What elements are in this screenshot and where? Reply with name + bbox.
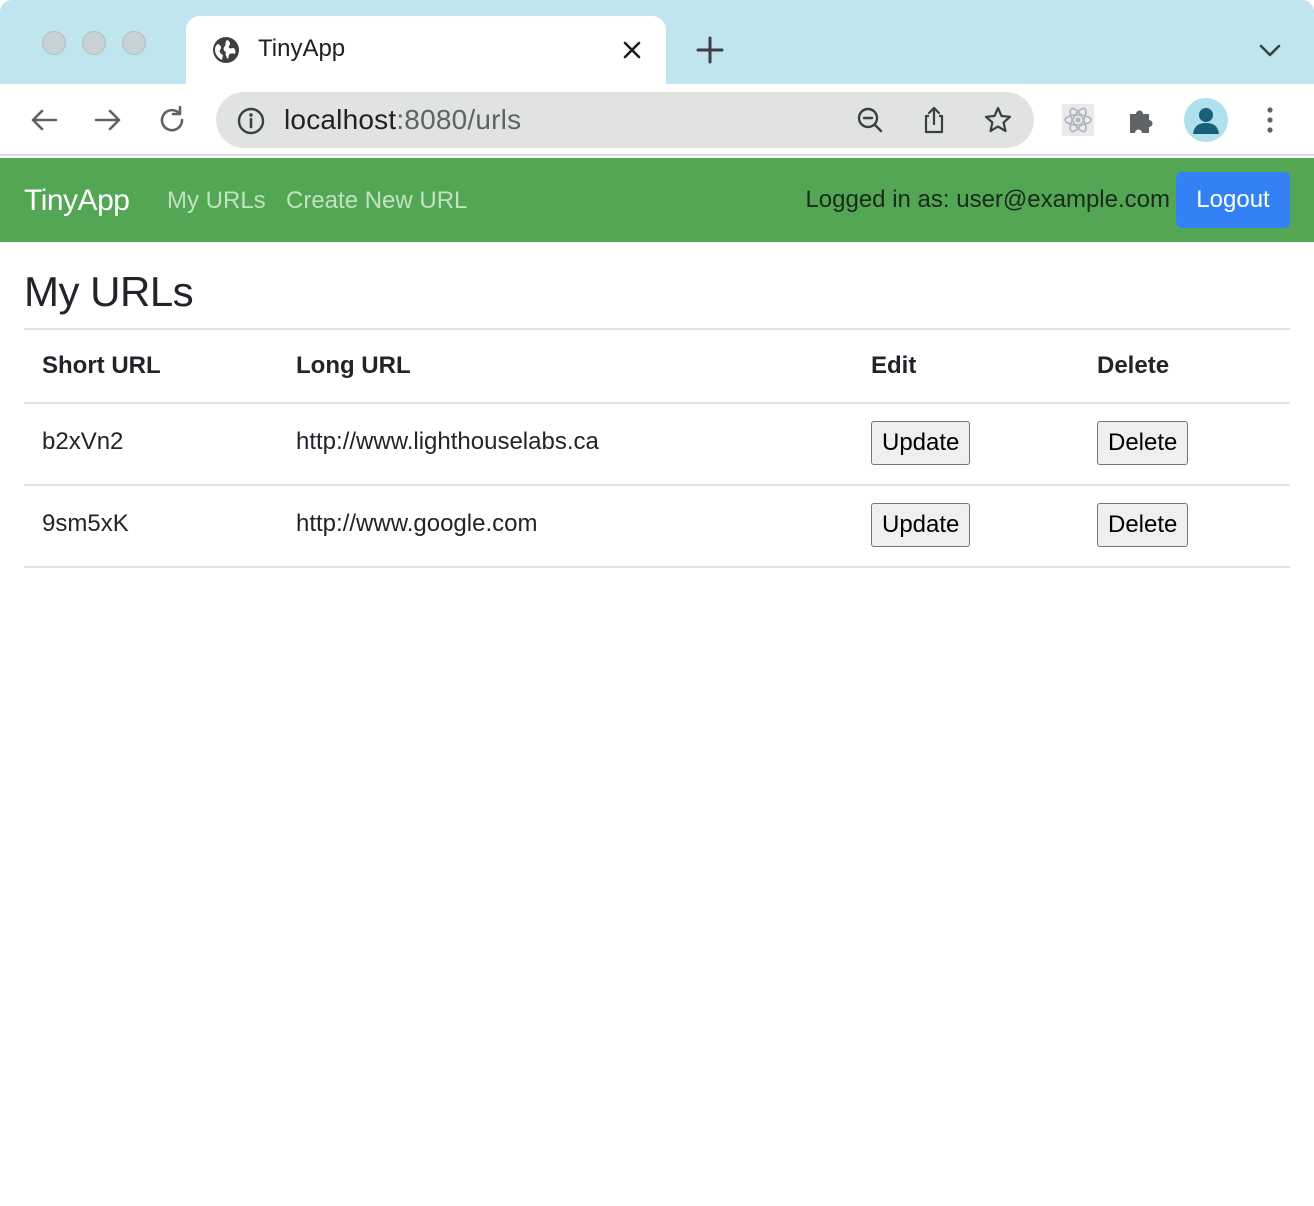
window-maximize-dot[interactable]: [122, 31, 146, 55]
zoom-out-icon[interactable]: [854, 104, 886, 136]
logged-in-status: Logged in as: user@example.com: [805, 186, 1170, 213]
table-row: 9sm5xK http://www.google.com Update Dele…: [24, 485, 1290, 568]
back-arrow-icon[interactable]: [26, 102, 62, 138]
extensions-puzzle-icon[interactable]: [1124, 102, 1160, 138]
update-button[interactable]: Update: [871, 421, 971, 465]
brand-logo-text[interactable]: TinyApp: [24, 184, 130, 218]
long-url-cell: http://www.lighthouselabs.ca: [278, 403, 853, 486]
globe-icon: [213, 37, 239, 63]
delete-cell: Delete: [1079, 403, 1290, 486]
nav-link-create-new-url[interactable]: Create New URL: [286, 187, 467, 215]
profile-avatar[interactable]: [1184, 98, 1228, 142]
url-host: localhost: [284, 104, 397, 135]
edit-cell: Update: [853, 403, 1079, 486]
share-icon[interactable]: [918, 104, 950, 136]
info-icon[interactable]: [236, 106, 266, 136]
tab-title: TinyApp: [258, 35, 346, 62]
star-icon[interactable]: [982, 104, 1014, 136]
short-url-cell: 9sm5xK: [24, 485, 278, 568]
short-url-cell: b2xVn2: [24, 403, 278, 486]
window-close-dot[interactable]: [42, 31, 66, 55]
site-navbar: TinyApp My URLs Create New URL Logged in…: [0, 158, 1314, 242]
delete-cell: Delete: [1079, 485, 1290, 568]
urls-table: Short URL Long URL Edit Delete b2xVn2 ht…: [24, 328, 1290, 568]
header-edit: Edit: [853, 328, 1079, 404]
more-vertical-icon[interactable]: [1252, 102, 1288, 138]
browser-tab-strip: TinyApp: [0, 0, 1314, 84]
address-url[interactable]: localhost:8080/urls: [284, 104, 521, 136]
browser-tab[interactable]: TinyApp: [186, 16, 666, 84]
delete-button[interactable]: Delete: [1097, 421, 1189, 465]
edit-cell: Update: [853, 485, 1079, 568]
logout-button[interactable]: Logout: [1176, 172, 1290, 228]
chevron-down-icon[interactable]: [1256, 38, 1284, 62]
person-icon: [1193, 108, 1219, 134]
browser-toolbar: localhost:8080/urls: [0, 84, 1314, 156]
header-long-url: Long URL: [278, 328, 853, 404]
header-delete: Delete: [1079, 328, 1290, 404]
update-button[interactable]: Update: [871, 503, 971, 547]
close-icon[interactable]: [620, 38, 644, 62]
table-header-row: Short URL Long URL Edit Delete: [24, 328, 1290, 404]
reload-icon[interactable]: [154, 102, 190, 138]
header-short-url: Short URL: [24, 328, 278, 404]
nav-link-my-urls[interactable]: My URLs: [167, 187, 266, 215]
address-bar[interactable]: localhost:8080/urls: [216, 92, 1034, 148]
new-tab-plus-icon[interactable]: [694, 34, 726, 66]
page-title: My URLs: [24, 268, 194, 315]
window-minimize-dot[interactable]: [82, 31, 106, 55]
table-row: b2xVn2 http://www.lighthouselabs.ca Upda…: [24, 403, 1290, 486]
delete-button[interactable]: Delete: [1097, 503, 1189, 547]
long-url-cell: http://www.google.com: [278, 485, 853, 568]
url-path: :8080/urls: [396, 104, 522, 135]
react-devtools-icon[interactable]: [1060, 102, 1096, 138]
forward-arrow-icon[interactable]: [90, 102, 126, 138]
